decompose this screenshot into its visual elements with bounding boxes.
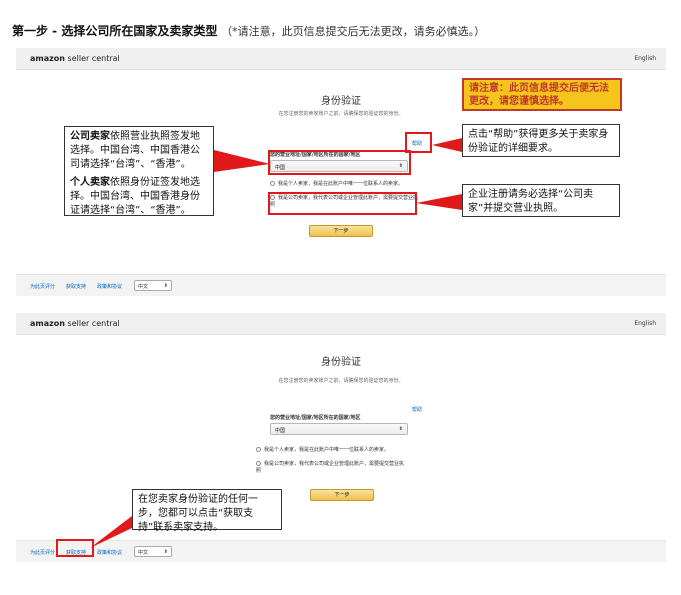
next-button[interactable]: 下一步 bbox=[309, 225, 373, 237]
warning-callout: 请注意：此页信息提交后便无法更改，请您谨慎选择。 bbox=[462, 78, 622, 111]
radio-icon[interactable] bbox=[256, 461, 261, 466]
amazon-logo[interactable]: amazon seller central bbox=[30, 54, 120, 63]
page-title: 身份验证 bbox=[321, 357, 361, 368]
footer-link-policy[interactable]: 政策和协议 bbox=[97, 549, 122, 556]
step-title: 第一步 - 选择公司所在国家及卖家类型 （*请注意，此页信息提交后无法更改，请务… bbox=[12, 22, 485, 39]
footer-link-rate[interactable]: 为此页评分 bbox=[30, 549, 55, 556]
help-note-callout: 点击“帮助”获得更多关于卖家身份验证的详细要求。 bbox=[462, 124, 620, 157]
step-title-main: 第一步 - 选择公司所在国家及卖家类型 bbox=[12, 24, 218, 38]
amazon-logo[interactable]: amazon seller central bbox=[30, 319, 120, 328]
seller-central-header: amazon seller central English bbox=[16, 48, 666, 70]
business-note-callout: 企业注册请务必选择“公司卖家”并提交营业执照。 bbox=[462, 184, 620, 217]
footer-language-select[interactable]: 中文 ⬍ bbox=[134, 280, 172, 291]
page-footer: 为此页评分 获取支持 政策和协议 中文 ⬍ bbox=[16, 274, 666, 296]
footer-link-rate[interactable]: 为此页评分 bbox=[30, 283, 55, 290]
radio-icon[interactable] bbox=[256, 447, 261, 452]
business-option-highlight bbox=[268, 192, 417, 215]
help-link-highlight bbox=[405, 132, 432, 153]
country-field-label: 您的营业地址/国家/地区所在的国家/地区 bbox=[270, 415, 361, 421]
page-subtitle: 在您注册您的卖家账户之前，请确保您的验证您的身份。 bbox=[278, 378, 404, 384]
footer-link-support[interactable]: 获取支持 bbox=[66, 283, 86, 290]
footer-language-select[interactable]: 中文 ⬍ bbox=[134, 546, 172, 557]
page-subtitle: 在您注册您的卖家账户之前，请确保您的验证您的身份。 bbox=[278, 111, 404, 117]
help-link[interactable]: 帮助 bbox=[412, 406, 422, 413]
header-language-link[interactable]: English bbox=[634, 55, 656, 62]
tutorial-page: 第一步 - 选择公司所在国家及卖家类型 （*请注意，此页信息提交后无法更改，请务… bbox=[0, 0, 681, 595]
step-title-note: （*请注意，此页信息提交后无法更改，请务必慎选。） bbox=[221, 25, 486, 38]
page-footer: 为此页评分 获取支持 政策和协议 中文 ⬍ bbox=[16, 540, 666, 562]
header-language-link[interactable]: English bbox=[634, 320, 656, 327]
country-select-highlight bbox=[268, 150, 411, 175]
option-individual[interactable]: 我是个人卖家，我是在此账户中唯一一位联系人的卖家。 bbox=[270, 181, 420, 188]
chevron-updown-icon: ⬍ bbox=[163, 549, 168, 555]
support-note-callout: 在您卖家身份验证的任何一步，您都可以点击“获取支持”联系卖家支持。 bbox=[132, 489, 282, 533]
radio-icon[interactable] bbox=[270, 181, 275, 186]
seller-central-header: amazon seller central English bbox=[16, 313, 666, 335]
chevron-updown-icon: ⬍ bbox=[398, 426, 403, 432]
next-button[interactable]: 下一步 bbox=[310, 489, 374, 501]
footer-link-policy[interactable]: 政策和协议 bbox=[97, 283, 122, 290]
option-business[interactable]: 我是公司卖家，我代表公司或企业管理此账户，需要提交营业执照 bbox=[256, 461, 406, 475]
country-select[interactable]: 中国 ⬍ bbox=[270, 423, 408, 435]
country-select-value: 中国 bbox=[275, 428, 286, 434]
support-link-highlight bbox=[56, 539, 94, 557]
option-individual[interactable]: 我是个人卖家，我是在此账户中唯一一位联系人的卖家。 bbox=[256, 447, 406, 454]
chevron-updown-icon: ⬍ bbox=[163, 283, 168, 289]
seller-type-callout: 公司卖家依照营业执照签发地选择。中国台湾、中国香港公司请选择“台湾”、“香港”。… bbox=[64, 126, 214, 216]
identity-screenshot-2: amazon seller central English 身份验证 在您注册您… bbox=[16, 313, 666, 571]
